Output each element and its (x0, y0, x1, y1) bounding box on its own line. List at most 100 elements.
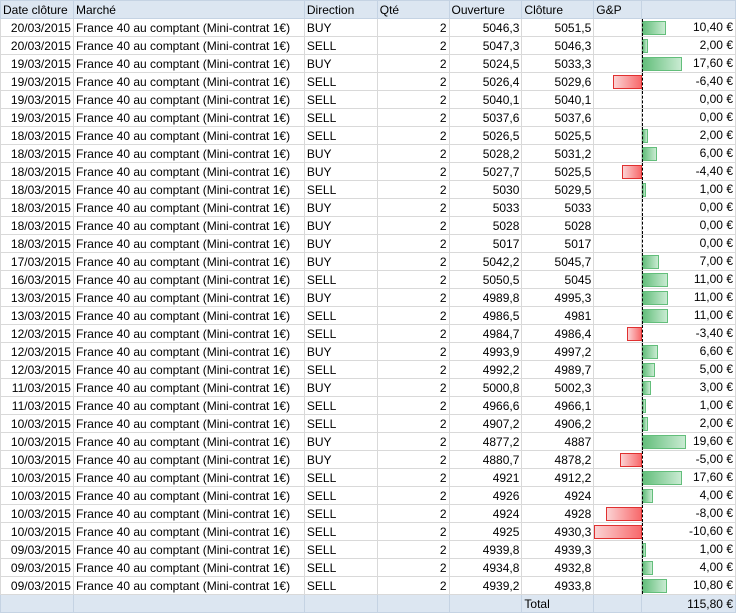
cell-direction[interactable]: BUY (303, 18, 378, 37)
cell-date[interactable]: 18/03/2015 (0, 144, 74, 163)
cell-direction[interactable]: SELL (303, 468, 378, 487)
cell-direction[interactable]: BUY (303, 198, 378, 217)
cell-gp[interactable]: 0,00 € (641, 90, 736, 109)
cell-open[interactable]: 4926 (448, 486, 523, 505)
cell-direction[interactable]: SELL (303, 396, 378, 415)
cell-date[interactable]: 09/03/2015 (0, 576, 74, 595)
cell-open[interactable]: 5042,2 (448, 252, 523, 271)
cell-qty[interactable]: 2 (376, 108, 450, 127)
cell-date[interactable]: 13/03/2015 (0, 306, 74, 325)
cell-open[interactable]: 5037,6 (448, 108, 523, 127)
cell-open[interactable]: 5026,4 (448, 72, 523, 91)
cell-open[interactable]: 5040,1 (448, 90, 523, 109)
cell-date[interactable]: 18/03/2015 (0, 234, 74, 253)
cell-gp-spacer[interactable] (593, 414, 643, 433)
cell-date[interactable]: 10/03/2015 (0, 486, 74, 505)
cell-qty[interactable]: 2 (376, 558, 450, 577)
cell-market[interactable]: France 40 au comptant (Mini-contrat 1€) (72, 270, 305, 289)
cell-market[interactable]: France 40 au comptant (Mini-contrat 1€) (72, 162, 305, 181)
cell-close[interactable]: 5051,5 (521, 18, 595, 37)
cell-open[interactable]: 5028,2 (448, 144, 523, 163)
cell-date[interactable]: 18/03/2015 (0, 216, 74, 235)
cell-open[interactable]: 5000,8 (448, 378, 523, 397)
cell-direction[interactable]: SELL (303, 126, 378, 145)
cell-direction[interactable]: SELL (303, 324, 378, 343)
cell-gp-spacer[interactable] (593, 360, 643, 379)
cell-qty[interactable]: 2 (376, 288, 450, 307)
cell-qty[interactable]: 2 (376, 126, 450, 145)
cell-market[interactable]: France 40 au comptant (Mini-contrat 1€) (72, 180, 305, 199)
cell-qty[interactable]: 2 (376, 36, 450, 55)
cell-gp-spacer[interactable] (593, 252, 643, 271)
cell-close[interactable]: 5029,6 (521, 72, 595, 91)
cell-qty[interactable]: 2 (376, 432, 450, 451)
cell-close[interactable]: 5045 (521, 270, 595, 289)
cell-date[interactable]: 10/03/2015 (0, 522, 74, 541)
cell-date[interactable]: 20/03/2015 (0, 36, 74, 55)
cell-direction[interactable]: BUY (303, 342, 378, 361)
cell-qty[interactable]: 2 (376, 252, 450, 271)
cell-qty[interactable]: 2 (376, 468, 450, 487)
cell-market[interactable]: France 40 au comptant (Mini-contrat 1€) (72, 432, 305, 451)
cell-gp-spacer[interactable] (593, 558, 643, 577)
col-header-gp[interactable]: G&P (593, 0, 643, 19)
cell-market[interactable]: France 40 au comptant (Mini-contrat 1€) (72, 72, 305, 91)
cell-qty[interactable]: 2 (376, 198, 450, 217)
cell-open[interactable]: 4925 (448, 522, 523, 541)
cell-close[interactable]: 4995,3 (521, 288, 595, 307)
cell-date[interactable]: 12/03/2015 (0, 342, 74, 361)
col-header-gp-bar[interactable] (641, 0, 736, 19)
cell-direction[interactable]: SELL (303, 72, 378, 91)
cell-gp[interactable]: 11,00 € (641, 306, 736, 325)
cell-direction[interactable]: BUY (303, 54, 378, 73)
cell-qty[interactable]: 2 (376, 18, 450, 37)
cell-market[interactable]: France 40 au comptant (Mini-contrat 1€) (72, 126, 305, 145)
cell-direction[interactable]: SELL (303, 270, 378, 289)
cell-gp-spacer[interactable] (593, 144, 643, 163)
cell-gp-spacer[interactable] (593, 486, 643, 505)
cell-date[interactable]: 09/03/2015 (0, 540, 74, 559)
cell-market[interactable]: France 40 au comptant (Mini-contrat 1€) (72, 360, 305, 379)
cell-close[interactable]: 4887 (521, 432, 595, 451)
cell-qty[interactable]: 2 (376, 90, 450, 109)
cell-gp-spacer[interactable] (593, 108, 643, 127)
cell-close[interactable]: 4928 (521, 504, 595, 523)
cell-gp[interactable]: 11,00 € (641, 288, 736, 307)
cell-close[interactable]: 4981 (521, 306, 595, 325)
cell-gp-spacer[interactable] (593, 288, 643, 307)
cell-qty[interactable]: 2 (376, 504, 450, 523)
cell-gp[interactable]: -5,00 € (619, 450, 736, 469)
cell-market[interactable]: France 40 au comptant (Mini-contrat 1€) (72, 288, 305, 307)
cell-date[interactable]: 10/03/2015 (0, 432, 74, 451)
cell-date[interactable]: 16/03/2015 (0, 270, 74, 289)
cell-open[interactable]: 4993,9 (448, 342, 523, 361)
cell-direction[interactable]: SELL (303, 108, 378, 127)
cell-qty[interactable]: 2 (376, 396, 450, 415)
cell-market[interactable]: France 40 au comptant (Mini-contrat 1€) (72, 504, 305, 523)
cell-open[interactable]: 4986,5 (448, 306, 523, 325)
cell-market[interactable]: France 40 au comptant (Mini-contrat 1€) (72, 522, 305, 541)
cell-gp[interactable]: 19,60 € (641, 432, 736, 451)
total-value[interactable]: 115,80 € (641, 594, 736, 613)
cell-market[interactable]: France 40 au comptant (Mini-contrat 1€) (72, 378, 305, 397)
cell-market[interactable]: France 40 au comptant (Mini-contrat 1€) (72, 450, 305, 469)
cell-gp[interactable]: 6,60 € (641, 342, 736, 361)
cell-close[interactable]: 4906,2 (521, 414, 595, 433)
cell-direction[interactable]: SELL (303, 360, 378, 379)
cell-close[interactable]: 4997,2 (521, 342, 595, 361)
cell-market[interactable]: France 40 au comptant (Mini-contrat 1€) (72, 234, 305, 253)
cell-open[interactable]: 4880,7 (448, 450, 523, 469)
cell-close[interactable]: 4933,8 (521, 576, 595, 595)
cell-qty[interactable]: 2 (376, 216, 450, 235)
cell-open[interactable]: 4992,2 (448, 360, 523, 379)
cell-direction[interactable]: SELL (303, 90, 378, 109)
col-header-open[interactable]: Ouverture (448, 0, 523, 19)
cell-gp[interactable]: 7,00 € (641, 252, 736, 271)
cell-qty[interactable]: 2 (376, 306, 450, 325)
cell-close[interactable]: 4924 (521, 486, 595, 505)
cell-market[interactable]: France 40 au comptant (Mini-contrat 1€) (72, 144, 305, 163)
cell-market[interactable]: France 40 au comptant (Mini-contrat 1€) (72, 558, 305, 577)
cell-open[interactable]: 4984,7 (448, 324, 523, 343)
cell-gp-spacer[interactable] (593, 36, 643, 55)
cell-close[interactable]: 4939,3 (521, 540, 595, 559)
